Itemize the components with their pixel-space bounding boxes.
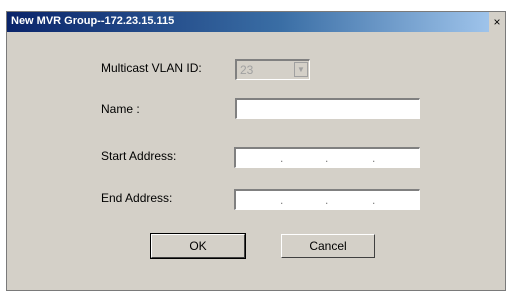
start-address-label: Start Address:	[101, 149, 177, 163]
cancel-button[interactable]: Cancel	[281, 234, 375, 258]
ip-dot: .	[325, 151, 329, 165]
name-input[interactable]	[235, 98, 420, 119]
chevron-down-icon[interactable]: ▼	[294, 62, 308, 77]
multicast-vlan-id-select[interactable]: 23 ▼	[235, 59, 310, 80]
ip-dot: .	[280, 151, 284, 165]
new-mvr-group-dialog: New MVR Group--172.23.15.115 × Multicast…	[6, 11, 506, 291]
close-icon[interactable]: ×	[489, 12, 505, 32]
ip-dot: .	[325, 193, 329, 207]
ip-dot: .	[372, 151, 376, 165]
ok-button[interactable]: OK	[150, 233, 246, 259]
ip-dot: .	[280, 193, 284, 207]
multicast-vlan-id-value: 23	[240, 63, 254, 77]
end-address-ip-input[interactable]: . . .	[234, 189, 420, 210]
end-address-label: End Address:	[101, 191, 173, 205]
name-label: Name :	[101, 102, 140, 116]
start-address-ip-input[interactable]: . . .	[234, 147, 420, 168]
title-bar: New MVR Group--172.23.15.115 ×	[7, 12, 505, 32]
window-title: New MVR Group--172.23.15.115	[11, 15, 175, 27]
ip-dot: .	[372, 193, 376, 207]
multicast-vlan-id-label: Multicast VLAN ID:	[101, 61, 202, 75]
